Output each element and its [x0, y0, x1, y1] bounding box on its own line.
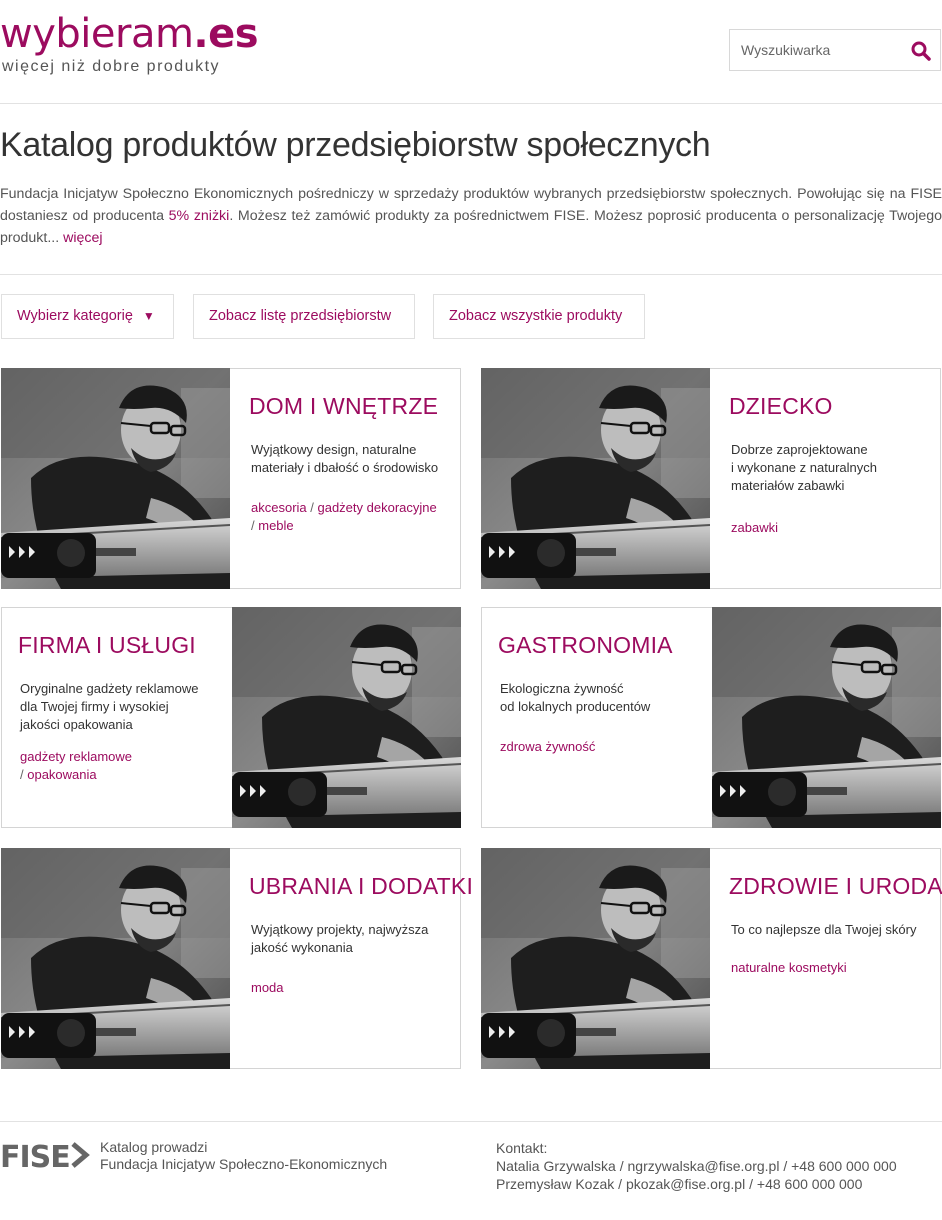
discount-link[interactable]: 5% zniżki — [169, 208, 230, 224]
card-description: To co najlepsze dla Twojej skóry — [731, 922, 917, 937]
category-photo — [1, 368, 230, 589]
contact-email[interactable]: ngrzywalska@fise.org.pl — [628, 1158, 780, 1174]
tag-link[interactable]: moda — [251, 980, 284, 995]
card-tags: zdrowa żywność — [500, 738, 710, 756]
card-description: Wyjątkowy projekty, najwyższa jakość wyk… — [251, 922, 429, 955]
search-icon[interactable] — [910, 40, 932, 62]
footer-divider — [0, 1121, 942, 1122]
contact-row: Przemysław Kozak / pkozak@fise.org.pl / … — [496, 1176, 863, 1192]
svg-text:FISE: FISE — [0, 1140, 70, 1172]
category-photo — [712, 607, 941, 828]
card-title[interactable]: DZIECKO — [729, 393, 833, 420]
contact-label: Kontakt: — [496, 1140, 548, 1156]
category-photo — [1, 848, 230, 1069]
tag-link[interactable]: gadżety dekoracyjne — [317, 500, 436, 515]
footer-run-by: Katalog prowadzi — [100, 1139, 208, 1155]
card-tags: moda — [251, 979, 461, 997]
tag-link[interactable]: gadżety reklamowe — [20, 749, 132, 764]
card-description: Oryginalne gadżety reklamowe dla Twojej … — [20, 681, 199, 732]
category-photo — [481, 368, 710, 589]
contact-row: Natalia Grzywalska / ngrzywalska@fise.or… — [496, 1158, 897, 1174]
divider — [0, 274, 942, 275]
card-tags: zabawki — [731, 519, 941, 537]
category-card-clothing[interactable]: UBRANIA I DODATKI Wyjątkowy projekty, na… — [1, 848, 473, 1069]
logo-suffix: .es — [193, 11, 259, 57]
fise-logo[interactable]: FISE — [0, 1138, 90, 1172]
card-description: Ekologiczna żywność od lokalnych produce… — [500, 681, 651, 714]
search-input[interactable] — [730, 30, 900, 70]
tag-link[interactable]: meble — [258, 518, 293, 533]
caret-down-icon: ▼ — [142, 309, 155, 323]
card-title[interactable]: ZDROWIE I URODA — [729, 873, 942, 900]
category-card-gastronomy[interactable]: GASTRONOMIA Ekologiczna żywność od lokal… — [481, 607, 941, 828]
site-tagline: więcej niż dobre produkty — [2, 58, 221, 75]
card-description: Dobrze zaprojektowane i wykonane z natur… — [731, 442, 877, 493]
footer-contact: Kontakt: Natalia Grzywalska / ngrzywalsk… — [496, 1139, 897, 1193]
companies-list-button[interactable]: Zobacz listę przedsiębiorstw — [193, 294, 415, 339]
tag-link[interactable]: zdrowa żywność — [500, 739, 595, 754]
card-title[interactable]: FIRMA I USŁUGI — [18, 632, 196, 659]
card-title[interactable]: GASTRONOMIA — [498, 632, 673, 659]
contact-phone[interactable]: +48 600 000 000 — [791, 1158, 897, 1174]
category-card-child[interactable]: DZIECKO Dobrze zaprojektowane i wykonane… — [481, 368, 941, 589]
site-header: wybieram.es więcej niż dobre produkty — [0, 0, 942, 104]
contact-phone[interactable]: +48 600 000 000 — [757, 1176, 863, 1192]
category-card-home[interactable]: DOM I WNĘTRZE Wyjątkowy design, naturaln… — [1, 368, 461, 589]
category-dropdown-button[interactable]: Wybierz kategorię ▼ — [1, 294, 174, 339]
card-tags: naturalne kosmetyki — [731, 959, 941, 977]
tag-link[interactable]: naturalne kosmetyki — [731, 960, 847, 975]
tag-link[interactable]: opakowania — [27, 767, 96, 782]
card-tags: gadżety reklamowe / opakowania — [20, 749, 132, 782]
search-box — [729, 29, 941, 71]
card-description: Wyjątkowy design, naturalne materiały i … — [251, 442, 439, 475]
footer-org-name: Fundacja Inicjatyw Społeczno-Ekonomiczny… — [100, 1156, 388, 1172]
category-photo — [481, 848, 710, 1069]
footer-organizer: Katalog prowadzi Fundacja Inicjatyw Społ… — [100, 1139, 387, 1173]
site-logo[interactable]: wybieram.es — [0, 10, 259, 58]
tag-link[interactable]: zabawki — [731, 520, 778, 535]
all-products-button[interactable]: Zobacz wszystkie produkty — [433, 294, 645, 339]
card-title[interactable]: UBRANIA I DODATKI — [249, 873, 473, 900]
category-card-health[interactable]: ZDROWIE I URODA To co najlepsze dla Twoj… — [481, 848, 942, 1069]
category-card-business[interactable]: FIRMA I USŁUGI Oryginalne gadżety reklam… — [1, 607, 461, 828]
contact-email[interactable]: pkozak@fise.org.pl — [626, 1176, 745, 1192]
category-photo — [232, 607, 461, 828]
intro-text: Fundacja Inicjatyw Społeczno Ekonomiczny… — [0, 186, 942, 246]
card-title[interactable]: DOM I WNĘTRZE — [249, 393, 438, 420]
page-title: Katalog produktów przedsiębiorstw społec… — [0, 126, 711, 164]
more-link[interactable]: więcej — [63, 230, 102, 246]
card-tags: akcesoria / gadżety dekoracyjne / meble — [251, 500, 437, 533]
tag-link[interactable]: akcesoria — [251, 500, 307, 515]
